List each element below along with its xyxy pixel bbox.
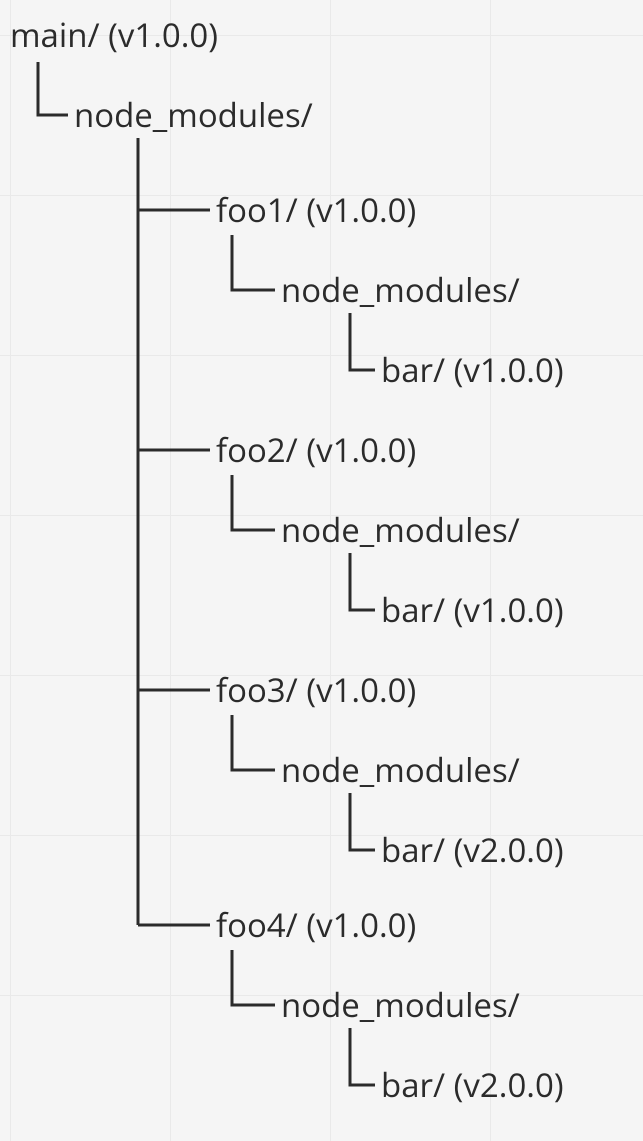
tree-node-nm: node_modules/	[281, 507, 520, 552]
tree-node-package: foo1/ (v1.0.0)	[216, 187, 416, 232]
tree-node-bar: bar/ (v2.0.0)	[381, 1062, 564, 1107]
tree-branch	[232, 235, 275, 290]
tree-branch	[232, 715, 275, 770]
tree-branch	[350, 553, 375, 610]
tree-node-package: foo4/ (v1.0.0)	[216, 902, 416, 947]
tree-branch	[232, 950, 275, 1005]
tree-node-nm: node_modules/	[281, 747, 520, 792]
tree-branch	[350, 313, 375, 370]
tree-node-root-child: node_modules/	[74, 92, 313, 137]
tree-node-nm: node_modules/	[281, 982, 520, 1027]
tree-node-root: main/ (v1.0.0)	[10, 12, 218, 57]
tree-node-nm: node_modules/	[281, 267, 520, 312]
tree-branch	[38, 62, 68, 115]
tree-branch	[350, 1028, 375, 1085]
tree-branch	[350, 793, 375, 850]
tree-node-bar: bar/ (v1.0.0)	[381, 587, 564, 632]
dependency-tree-diagram: main/ (v1.0.0) node_modules/ foo1/ (v1.0…	[0, 0, 643, 1141]
tree-node-package: foo2/ (v1.0.0)	[216, 427, 416, 472]
tree-branch	[232, 475, 275, 530]
tree-node-bar: bar/ (v2.0.0)	[381, 827, 564, 872]
tree-node-package: foo3/ (v1.0.0)	[216, 667, 416, 712]
tree-node-bar: bar/ (v1.0.0)	[381, 347, 564, 392]
